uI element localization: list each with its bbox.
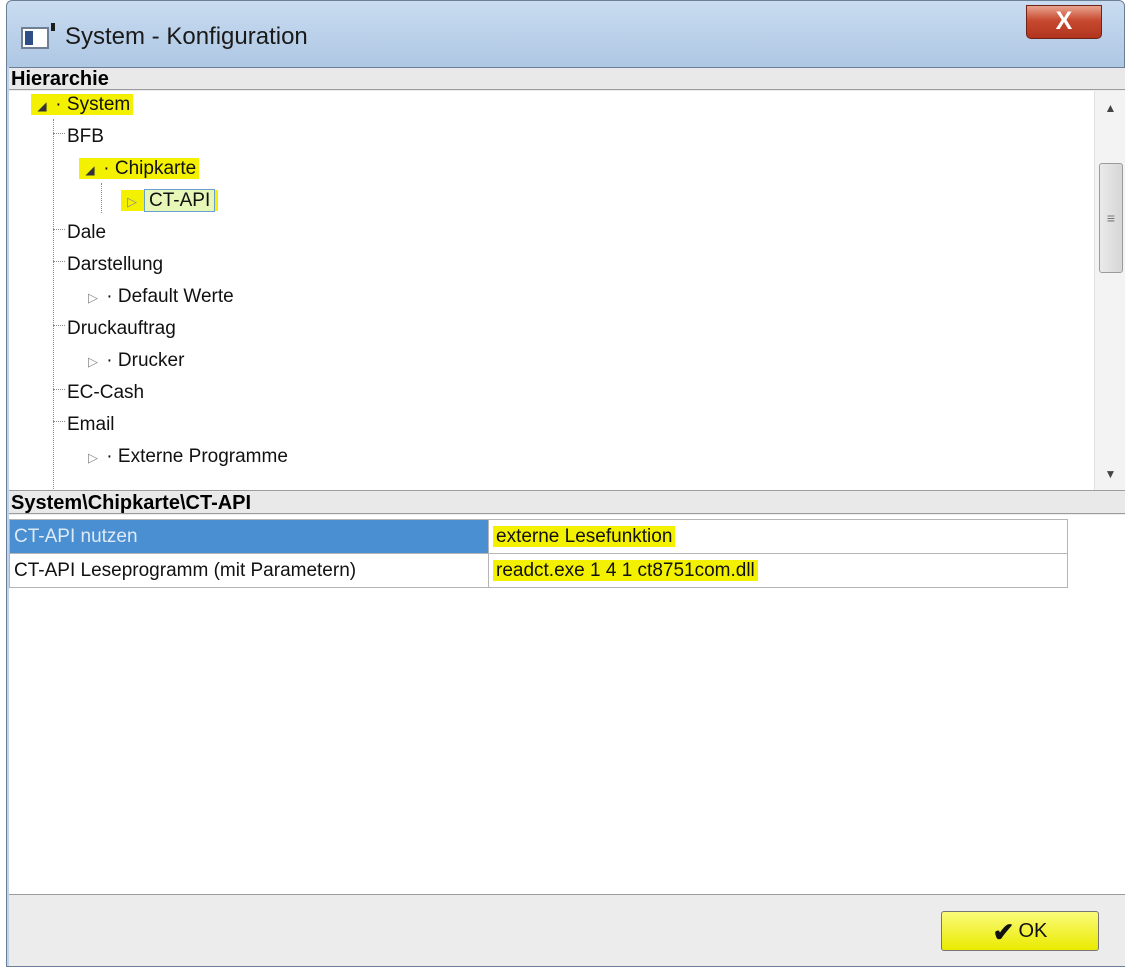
property-path-header: System\Chipkarte\CT-API (9, 492, 1125, 514)
tree-connector (101, 183, 102, 213)
tree-node-default-werte[interactable]: ▷ · Default Werte (85, 283, 234, 311)
tree-node-system-highlight: ◢ · System (31, 94, 134, 115)
tree-node-label: Chipkarte (114, 158, 197, 179)
property-table: CT-API nutzen externe Lesefunktion CT-AP… (9, 519, 1068, 588)
property-value[interactable]: readct.exe 1 4 1 ct8751com.dll (488, 553, 1068, 588)
collapsed-triangle-icon[interactable]: ▷ (85, 284, 101, 312)
collapsed-triangle-icon[interactable]: ▷ (85, 348, 101, 376)
collapsed-triangle-icon[interactable]: ▷ (124, 188, 140, 216)
tree-node-chipkarte[interactable]: ◢ · Chipkarte (79, 155, 200, 183)
tree-connector (53, 119, 54, 490)
tree-node-ct-api[interactable]: ▷ CT-API (121, 187, 219, 215)
tree-node-dale[interactable]: Dale (67, 219, 106, 247)
hierarchy-header: Hierarchie (9, 68, 1125, 90)
tree-node-darstellung[interactable]: Darstellung (67, 251, 163, 279)
scroll-up-arrow-icon[interactable]: ▲ (1095, 95, 1125, 121)
tree-node-label: CT-API (144, 189, 216, 212)
ok-button[interactable]: ✔ OK (941, 911, 1099, 951)
tree-node-ct-api-highlight: ▷ CT-API (121, 189, 219, 212)
dialog-footer: ✔ OK (9, 896, 1125, 966)
window-client: Hierarchie ◢ · System BFB ◢ · Chipkarte … (9, 67, 1125, 966)
tree-connector (53, 261, 65, 262)
tree-node-label: Druckauftrag (67, 318, 176, 339)
close-button[interactable]: X (1026, 5, 1102, 39)
tree-node-email[interactable]: Email (67, 411, 115, 439)
tree-connector (53, 389, 65, 390)
property-key[interactable]: CT-API nutzen (9, 519, 489, 554)
tree-connector (53, 133, 65, 134)
tree-node-label: Drucker (117, 350, 185, 371)
property-key[interactable]: CT-API Leseprogramm (mit Parametern) (9, 553, 489, 588)
property-value[interactable]: externe Lesefunktion (488, 519, 1068, 554)
tree-node-ec-cash[interactable]: EC-Cash (67, 379, 144, 407)
property-grid: CT-API nutzen externe Lesefunktion CT-AP… (9, 515, 1125, 895)
tree-node-label: Darstellung (67, 254, 164, 275)
tree-content: ◢ · System BFB ◢ · Chipkarte ▷ CT-API Dal… (9, 91, 1094, 490)
tree-node-label: Dale (67, 222, 107, 243)
property-value-text: externe Lesefunktion (493, 525, 676, 547)
window-title: System - Konfiguration (65, 23, 308, 50)
property-row[interactable]: CT-API Leseprogramm (mit Parametern) rea… (9, 553, 1068, 588)
tree-node-externe-programme[interactable]: ▷ · Externe Programme (85, 443, 288, 471)
tree-node-drucker[interactable]: ▷ · Drucker (85, 347, 184, 375)
tree-node-bfb[interactable]: BFB (67, 123, 104, 151)
hierarchy-tree[interactable]: ◢ · System BFB ◢ · Chipkarte ▷ CT-API Dal… (9, 91, 1125, 491)
tree-node-label: Email (67, 414, 115, 435)
title-bar[interactable]: System - Konfiguration X (7, 1, 1124, 67)
property-row[interactable]: CT-API nutzen externe Lesefunktion (9, 519, 1068, 554)
scroll-thumb[interactable]: ≡ (1099, 163, 1123, 273)
tree-scrollbar[interactable]: ▲ ≡ ▼ (1094, 91, 1125, 490)
checkmark-icon: ✔ (992, 916, 1015, 947)
tree-node-system[interactable]: ◢ · System (31, 91, 134, 119)
expanded-triangle-icon[interactable]: ◢ (82, 156, 98, 184)
tree-connector (53, 421, 65, 422)
tree-node-label: Externe Programme (117, 446, 288, 467)
tree-node-druckauftrag[interactable]: Druckauftrag (67, 315, 176, 343)
tree-node-label: EC-Cash (67, 382, 145, 403)
property-value-text: readct.exe 1 4 1 ct8751com.dll (493, 559, 758, 581)
expanded-triangle-icon[interactable]: ◢ (34, 92, 50, 120)
scroll-down-arrow-icon[interactable]: ▼ (1095, 461, 1125, 487)
tree-node-label: Default Werte (117, 286, 234, 307)
collapsed-triangle-icon[interactable]: ▷ (85, 444, 101, 472)
config-window: System - Konfiguration X Hierarchie ◢ · … (6, 0, 1125, 967)
tree-node-chipkarte-highlight: ◢ · Chipkarte (79, 158, 200, 179)
tree-node-label: BFB (67, 126, 104, 147)
ok-button-label: OK (1018, 920, 1048, 942)
tree-connector (53, 325, 65, 326)
tree-node-label: System (66, 94, 131, 115)
app-icon (21, 23, 55, 49)
tree-connector (53, 229, 65, 230)
